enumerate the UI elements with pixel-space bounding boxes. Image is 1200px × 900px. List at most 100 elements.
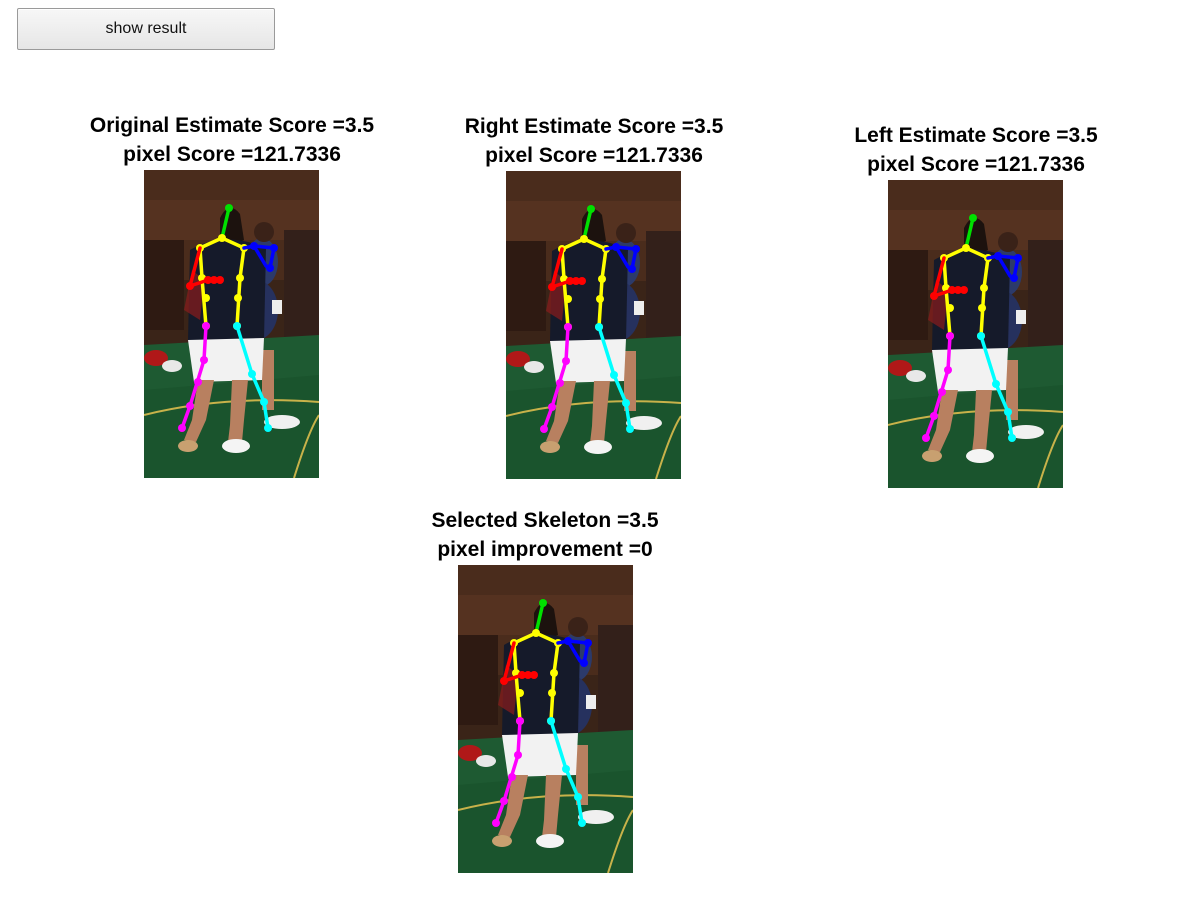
selected-skeleton-image — [458, 565, 633, 873]
pose-estimate-photo — [506, 171, 681, 479]
skeleton-right-leg-segment — [564, 325, 570, 363]
skeleton-right-arm-joint — [960, 286, 968, 294]
skeleton-left-arm-joint — [1010, 274, 1018, 282]
skeleton-left-leg-joint — [1004, 408, 1012, 416]
skeleton-left-leg-joint — [595, 323, 603, 331]
skeleton-right-leg-joint — [492, 819, 500, 827]
skeleton-right-arm-joint — [578, 277, 586, 285]
skeleton-left-arm-joint — [612, 243, 620, 251]
skeleton-left-leg-joint — [622, 399, 630, 407]
skeleton-left-leg-joint — [992, 380, 1000, 388]
skeleton-right-arm-joint — [186, 282, 194, 290]
skeleton-left-leg-joint — [547, 717, 555, 725]
skeleton-left-arm-joint — [250, 242, 258, 250]
skeleton-torso-joint — [532, 629, 540, 637]
skeleton-right-arm-joint — [500, 677, 508, 685]
skeleton-left-leg-joint — [610, 371, 618, 379]
skeleton-left-leg-joint — [248, 370, 256, 378]
skeleton-torso-joint — [580, 235, 588, 243]
skeleton-right-leg-joint — [508, 773, 516, 781]
right-pixel-score-text: pixel Score =121.7336 — [485, 144, 703, 167]
skeleton-right-leg-joint — [516, 717, 524, 725]
skeleton-torso-joint — [564, 295, 572, 303]
skeleton-torso-joint — [946, 304, 954, 312]
skeleton-right-leg-joint — [194, 378, 202, 386]
skeleton-left-arm-joint — [266, 264, 274, 272]
skeleton-left-arm-joint — [628, 265, 636, 273]
figure-window: show result Original Estimate Score =3.5… — [0, 0, 1200, 900]
original-pixel-score-text: pixel Score =121.7336 — [123, 143, 341, 166]
skeleton-left-leg-joint — [574, 793, 582, 801]
skeleton-right-leg-joint — [186, 402, 194, 410]
original-estimate-title: Original Estimate Score =3.5 pixel Score… — [62, 111, 402, 169]
skeleton-left-leg-joint — [1008, 434, 1016, 442]
skeleton-right-leg-joint — [556, 379, 564, 387]
skeleton-torso-joint — [980, 284, 988, 292]
original-estimate-score-text: Original Estimate Score =3.5 — [89, 114, 375, 137]
skeleton-left-arm-joint — [584, 639, 592, 647]
skeleton-head-joint — [587, 205, 595, 213]
skeleton-right-leg-segment — [516, 719, 522, 757]
skeleton-right-leg-joint — [922, 434, 930, 442]
original-estimate-image — [144, 170, 319, 478]
skeleton-left-arm-joint — [632, 245, 640, 253]
skeleton-right-arm-joint — [530, 671, 538, 679]
skeleton-left-leg-joint — [626, 425, 634, 433]
skeleton-right-leg-joint — [200, 356, 208, 364]
skeleton-torso-joint — [978, 304, 986, 312]
skeleton-left-leg-joint — [977, 332, 985, 340]
skeleton-left-leg-joint — [578, 819, 586, 827]
pose-estimate-photo — [144, 170, 319, 478]
right-estimate-title: Right Estimate Score =3.5 pixel Score =1… — [424, 112, 764, 170]
skeleton-right-leg-joint — [548, 403, 556, 411]
skeleton-right-leg-joint — [938, 388, 946, 396]
skeleton-torso-joint — [516, 689, 524, 697]
pose-estimate-photo — [458, 565, 633, 873]
skeleton-torso-joint — [236, 274, 244, 282]
skeleton-head-joint — [969, 214, 977, 222]
left-estimate-title: Left Estimate Score =3.5 pixel Score =12… — [806, 121, 1146, 179]
left-estimate-image — [888, 180, 1063, 488]
pixel-improvement-text: pixel improvement =0 — [437, 538, 653, 561]
skeleton-torso-joint — [596, 295, 604, 303]
skeleton-left-arm-joint — [564, 637, 572, 645]
skeleton-torso-joint — [234, 294, 242, 302]
skeleton-left-arm-joint — [270, 244, 278, 252]
skeleton-torso-joint — [548, 689, 556, 697]
skeleton-left-arm-joint — [994, 252, 1002, 260]
skeleton-torso-joint — [962, 244, 970, 252]
skeleton-left-leg-joint — [264, 424, 272, 432]
skeleton-left-leg-joint — [260, 398, 268, 406]
skeleton-torso-joint — [550, 669, 558, 677]
skeleton-right-leg-segment — [202, 324, 208, 362]
skeleton-left-arm-joint — [580, 659, 588, 667]
pose-estimate-photo — [888, 180, 1063, 488]
skeleton-left-leg-joint — [233, 322, 241, 330]
selected-skeleton-score-text: Selected Skeleton =3.5 — [431, 509, 659, 532]
skeleton-head-joint — [225, 204, 233, 212]
skeleton-right-leg-joint — [562, 357, 570, 365]
left-pixel-score-text: pixel Score =121.7336 — [867, 153, 1085, 176]
skeleton-right-leg-joint — [500, 797, 508, 805]
skeleton-left-arm-joint — [1014, 254, 1022, 262]
skeleton-right-arm-joint — [216, 276, 224, 284]
skeleton-right-leg-joint — [564, 323, 572, 331]
skeleton-right-leg-joint — [946, 332, 954, 340]
skeleton-right-leg-joint — [514, 751, 522, 759]
skeleton-torso-joint — [202, 294, 210, 302]
skeleton-left-leg-joint — [562, 765, 570, 773]
skeleton-right-leg-joint — [540, 425, 548, 433]
right-estimate-score-text: Right Estimate Score =3.5 — [464, 115, 724, 138]
skeleton-right-leg-joint — [930, 412, 938, 420]
skeleton-right-arm-joint — [930, 292, 938, 300]
skeleton-right-leg-joint — [178, 424, 186, 432]
skeleton-right-leg-segment — [946, 334, 952, 372]
left-estimate-score-text: Left Estimate Score =3.5 — [854, 124, 1098, 147]
skeleton-head-joint — [539, 599, 547, 607]
skeleton-right-arm-joint — [548, 283, 556, 291]
right-estimate-image — [506, 171, 681, 479]
skeleton-torso-joint — [218, 234, 226, 242]
selected-skeleton-title: Selected Skeleton =3.5 pixel improvement… — [375, 506, 715, 564]
skeleton-right-leg-joint — [944, 366, 952, 374]
show-result-button[interactable]: show result — [17, 8, 275, 50]
